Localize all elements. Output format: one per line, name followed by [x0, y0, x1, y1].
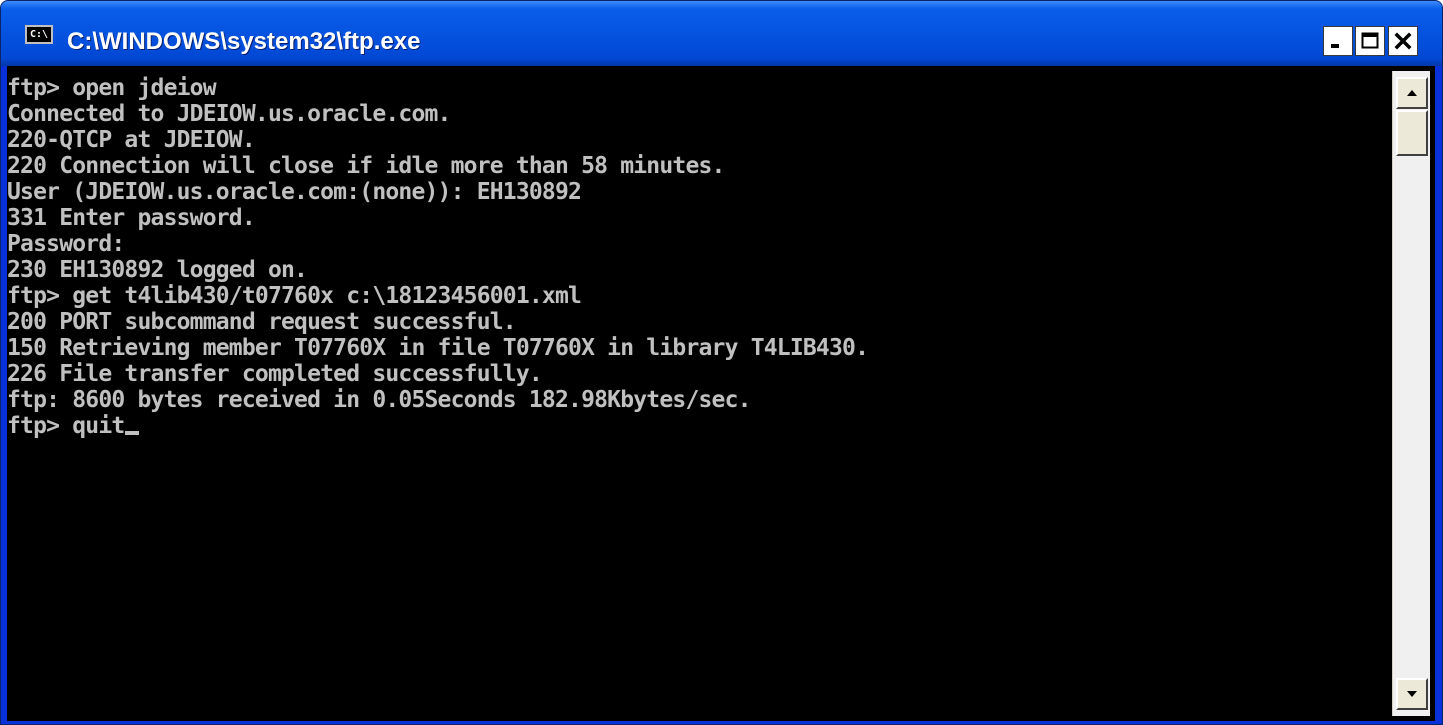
title-bar[interactable]: C:\ C:\WINDOWS\system32\ftp.exe: [1, 1, 1442, 66]
console-line: ftp> quit: [7, 413, 125, 439]
minimize-button[interactable]: [1323, 26, 1353, 56]
console-line: ftp> get t4lib430/t07760x c:\18123456001…: [7, 283, 582, 309]
close-button[interactable]: [1388, 26, 1418, 56]
console-line: Connected to JDEIOW.us.oracle.com.: [7, 101, 451, 127]
maximize-button[interactable]: [1355, 26, 1385, 56]
scroll-up-button[interactable]: [1396, 77, 1428, 109]
console-line: ftp: 8600 bytes received in 0.05Seconds …: [7, 387, 752, 413]
close-icon: [1394, 32, 1412, 50]
console-icon[interactable]: C:\: [25, 25, 53, 44]
window-title: C:\WINDOWS\system32\ftp.exe: [67, 28, 421, 55]
console-line: 220 Connection will close if idle more t…: [7, 153, 725, 179]
console-line: 331 Enter password.: [7, 205, 256, 231]
console-line: 230 EH130892 logged on.: [7, 257, 308, 283]
console-output[interactable]: ftp> open jdeiow Connected to JDEIOW.us.…: [7, 71, 1392, 716]
minimize-icon: [1331, 44, 1339, 48]
console-line: ftp> open jdeiow: [7, 75, 217, 101]
maximize-icon: [1361, 32, 1379, 49]
vertical-scrollbar[interactable]: [1392, 71, 1430, 716]
console-line: User (JDEIOW.us.oracle.com:(none)): EH13…: [7, 179, 582, 205]
console-line: 200 PORT subcommand request successful.: [7, 309, 517, 335]
arrow-up-icon: [1407, 90, 1417, 96]
scroll-down-button[interactable]: [1396, 678, 1428, 710]
console-line: 226 File transfer completed successfully…: [7, 361, 543, 387]
console-line: Password:: [7, 231, 125, 257]
text-cursor: [125, 431, 140, 435]
arrow-down-icon: [1407, 691, 1417, 697]
console-prompt-line: ftp> quit: [7, 413, 140, 439]
scroll-thumb[interactable]: [1396, 110, 1428, 156]
console-line: 220-QTCP at JDEIOW.: [7, 127, 256, 153]
console-line: 150 Retrieving member T07760X in file T0…: [7, 335, 869, 361]
